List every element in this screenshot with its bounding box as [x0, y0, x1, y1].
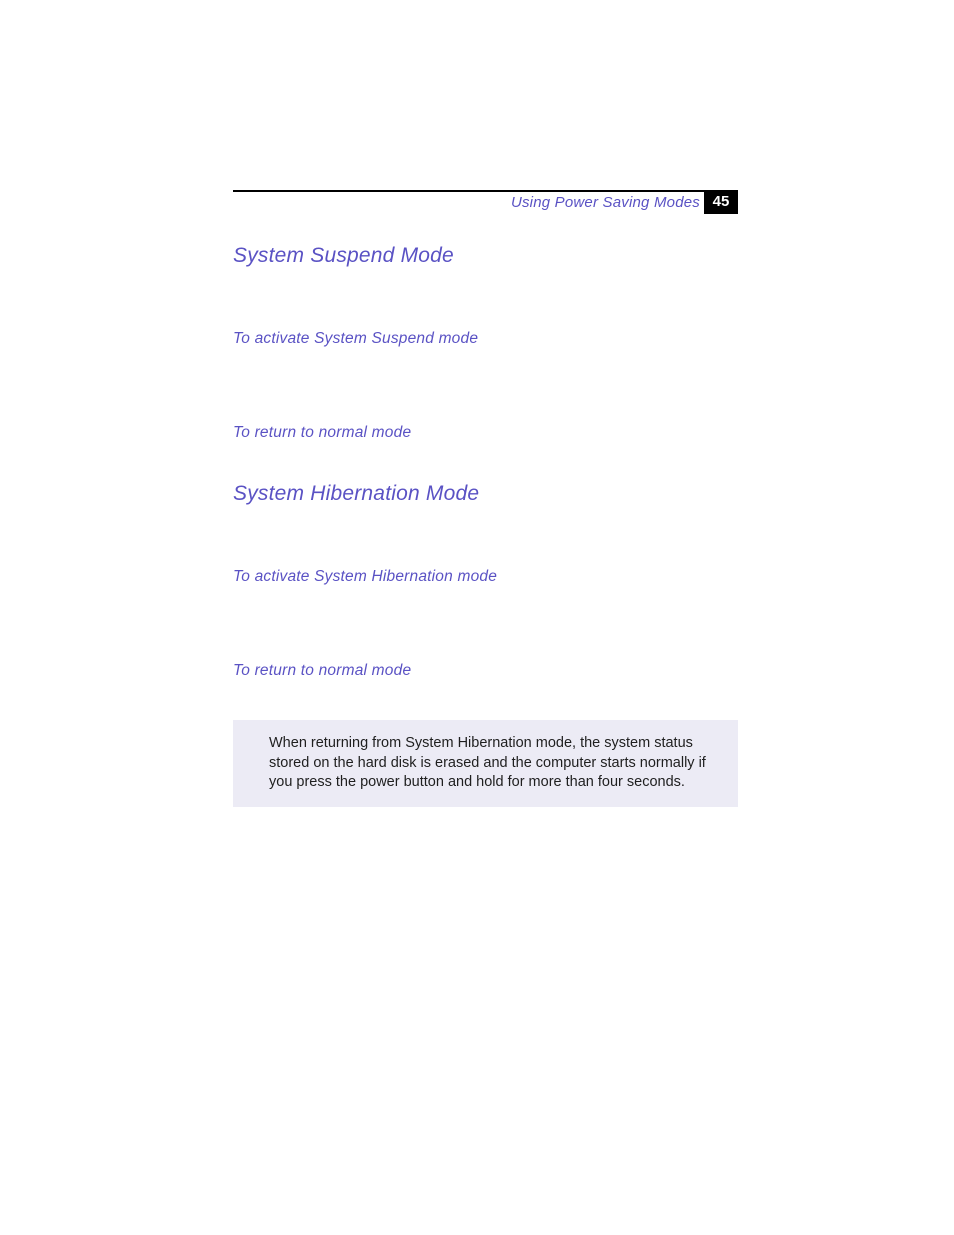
note-box: When returning from System Hibernation m…	[233, 720, 738, 807]
document-page: Using Power Saving Modes 45 System Suspe…	[0, 0, 954, 1235]
subheading-activate-suspend: To activate System Suspend mode	[233, 330, 738, 348]
note-text: When returning from System Hibernation m…	[269, 735, 706, 790]
subheading-return-normal-1: To return to normal mode	[233, 424, 738, 442]
heading-system-hibernation-mode: System Hibernation Mode	[233, 482, 738, 506]
subheading-return-normal-2: To return to normal mode	[233, 662, 738, 680]
running-header-title: Using Power Saving Modes	[511, 194, 700, 211]
header-rule	[233, 190, 738, 192]
heading-system-suspend-mode: System Suspend Mode	[233, 244, 738, 268]
page-content: System Suspend Mode To activate System S…	[233, 244, 738, 807]
subheading-activate-hibernation: To activate System Hibernation mode	[233, 568, 738, 586]
page-number: 45	[704, 190, 738, 214]
